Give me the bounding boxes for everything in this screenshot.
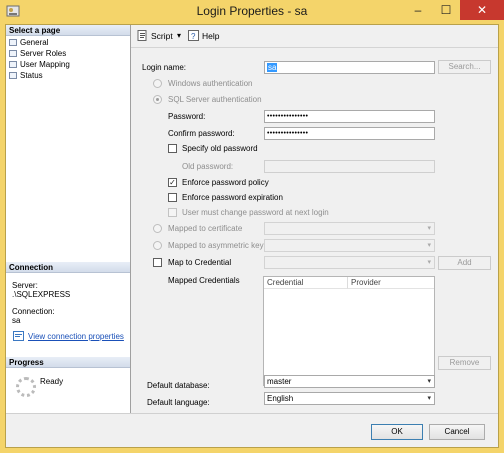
search-button[interactable]: Search...	[438, 60, 491, 74]
must-change-checkbox[interactable]	[168, 208, 177, 217]
progress-header: Progress	[6, 357, 130, 368]
page-icon	[9, 72, 17, 79]
login-name-input[interactable]: sa	[264, 61, 435, 74]
add-credential-button[interactable]: Add	[438, 256, 491, 270]
page-icon	[9, 61, 17, 68]
dialog-button-bar: OK Cancel	[6, 413, 498, 448]
enforce-expiration-label: Enforce password expiration	[182, 193, 283, 202]
svg-text:?: ?	[191, 32, 196, 41]
title-bar[interactable]: Login Properties - sa – ☐ ✕	[0, 0, 504, 24]
help-icon: ?	[188, 30, 199, 41]
page-item-label: Server Roles	[20, 49, 67, 58]
cancel-button[interactable]: Cancel	[429, 424, 485, 440]
close-button[interactable]: ✕	[460, 0, 504, 20]
default-language-value: English	[267, 394, 294, 403]
connection-properties-icon	[13, 331, 24, 341]
page-icon	[9, 50, 17, 57]
page-icon	[9, 39, 17, 46]
page-item-label: Status	[20, 71, 43, 80]
chevron-down-icon: ▾	[427, 378, 431, 385]
chevron-down-icon: ▾	[427, 395, 431, 402]
sql-auth-radio[interactable]	[153, 95, 162, 104]
confirm-password-input[interactable]: •••••••••••••••	[264, 127, 435, 140]
confirm-password-label: Confirm password:	[168, 129, 235, 138]
login-properties-window: Login Properties - sa – ☐ ✕ Select a pag…	[0, 0, 504, 453]
mapped-asymmetric-key-label: Mapped to asymmetric key	[168, 241, 264, 250]
mapped-credentials-label: Mapped Credentials	[168, 276, 240, 285]
page-item-general[interactable]: General	[9, 37, 48, 48]
chevron-down-icon: ▾	[427, 259, 431, 266]
minimize-button[interactable]: –	[404, 0, 432, 20]
default-database-combo[interactable]: master ▾	[264, 375, 435, 388]
password-label: Password:	[168, 112, 206, 121]
page-item-label: General	[20, 38, 49, 47]
default-database-label: Default database:	[147, 381, 210, 390]
credential-combo[interactable]: ▾	[264, 256, 435, 269]
script-button[interactable]: Script	[151, 31, 173, 41]
ok-button[interactable]: OK	[371, 424, 423, 440]
asymmetric-key-combo[interactable]: ▾	[264, 239, 435, 252]
default-language-combo[interactable]: English ▾	[264, 392, 435, 405]
mapped-asymmetric-key-radio[interactable]	[153, 241, 162, 250]
windows-auth-radio[interactable]	[153, 79, 162, 88]
page-item-status[interactable]: Status	[9, 70, 43, 81]
specify-old-password-checkbox[interactable]	[168, 144, 177, 153]
chevron-down-icon: ▾	[427, 242, 431, 249]
sql-auth-label: SQL Server authentication	[168, 95, 262, 104]
mapped-credentials-grid[interactable]: Credential Provider	[263, 276, 435, 386]
right-pane: Script ▾ ? Help Login name: sa Search...…	[131, 25, 498, 413]
remove-credential-button[interactable]: Remove	[438, 356, 491, 370]
login-name-label: Login name:	[142, 63, 187, 72]
default-database-value: master	[267, 377, 292, 386]
certificate-combo[interactable]: ▾	[264, 222, 435, 235]
maximize-button[interactable]: ☐	[432, 0, 460, 20]
toolbar: Script ▾ ? Help	[131, 25, 498, 48]
progress-status: Ready	[40, 377, 64, 386]
connection-header: Connection	[6, 262, 130, 273]
script-dropdown-icon[interactable]: ▾	[177, 31, 181, 40]
view-connection-properties-link[interactable]: View connection properties	[28, 332, 124, 341]
enforce-policy-label: Enforce password policy	[182, 178, 269, 187]
old-password-input[interactable]	[264, 160, 435, 173]
page-item-label: User Mapping	[20, 60, 70, 69]
server-label: Server:	[12, 281, 38, 290]
connection-value: sa	[12, 316, 21, 325]
dialog-client-area: Select a page General Server Roles User …	[5, 24, 499, 448]
grid-header-provider[interactable]: Provider	[348, 277, 434, 289]
script-icon	[137, 30, 147, 41]
enforce-policy-checkbox[interactable]: ✓	[168, 178, 177, 187]
page-item-user-mapping[interactable]: User Mapping	[9, 59, 70, 70]
password-input[interactable]: •••••••••••••••	[264, 110, 435, 123]
enforce-expiration-checkbox[interactable]	[168, 193, 177, 202]
page-item-server-roles[interactable]: Server Roles	[9, 48, 66, 59]
mapped-certificate-label: Mapped to certificate	[168, 224, 243, 233]
map-to-credential-checkbox[interactable]	[153, 258, 162, 267]
help-button[interactable]: Help	[202, 31, 219, 41]
must-change-label: User must change password at next login	[182, 208, 329, 217]
login-name-value: sa	[267, 63, 278, 72]
default-language-label: Default language:	[147, 398, 210, 407]
specify-old-password-label: Specify old password	[182, 144, 258, 153]
windows-auth-label: Windows authentication	[168, 79, 253, 88]
chevron-down-icon: ▾	[427, 225, 431, 232]
map-to-credential-label: Map to Credential	[168, 258, 232, 267]
connection-label: Connection:	[12, 307, 55, 316]
old-password-label: Old password:	[182, 162, 234, 171]
server-value: .\SQLEXPRESS	[12, 290, 71, 299]
progress-spinner-icon	[16, 377, 36, 397]
select-page-header: Select a page	[6, 25, 130, 36]
grid-header-credential[interactable]: Credential	[264, 277, 348, 289]
left-pane: Select a page General Server Roles User …	[6, 25, 131, 413]
mapped-certificate-radio[interactable]	[153, 224, 162, 233]
